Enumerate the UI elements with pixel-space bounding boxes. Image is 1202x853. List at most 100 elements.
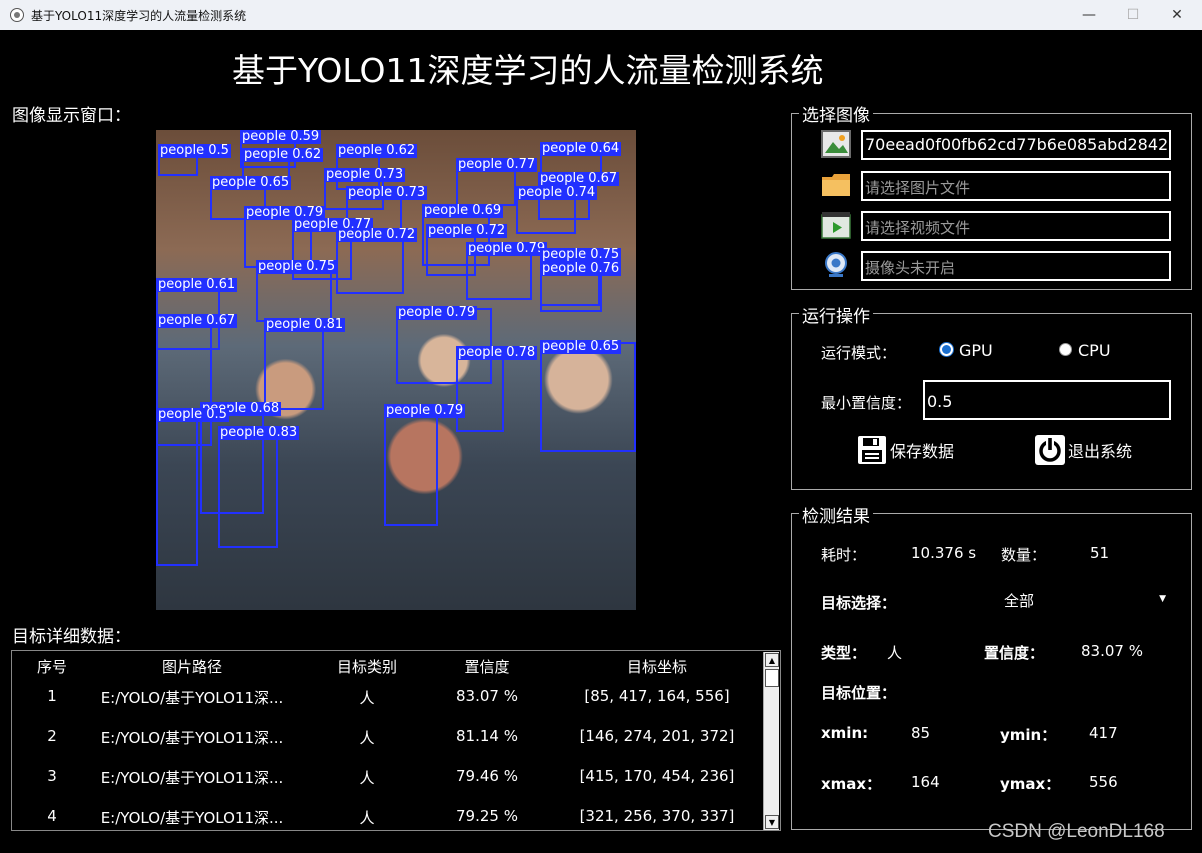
details-table: 序号 图片路径 目标类别 置信度 目标坐标 1 E:/YOLO/基于YOLO11…	[11, 650, 781, 831]
detection-label: people 0.5	[158, 143, 231, 158]
image-panel-label: 图像显示窗口：	[12, 106, 131, 126]
count-value: 51	[1090, 544, 1110, 562]
table-row[interactable]: 3 E:/YOLO/基于YOLO11深... 人 79.46 % [415, 1…	[12, 767, 762, 807]
table-row[interactable]: 2 E:/YOLO/基于YOLO11深... 人 81.14 % [146, 2…	[12, 727, 762, 767]
camera-status-field[interactable]: 摄像头未开启	[861, 251, 1171, 281]
run-mode-label: 运行模式：	[821, 344, 897, 362]
row-path: E:/YOLO/基于YOLO11深...	[100, 729, 284, 747]
detection-box	[384, 406, 438, 526]
image-folder-field[interactable]: 请选择图片文件	[861, 171, 1171, 201]
gpu-label[interactable]: GPU	[959, 341, 993, 360]
minimize-button[interactable]: —	[1066, 0, 1112, 30]
detection-label: people 0.67	[538, 171, 620, 186]
detection-label: people 0.64	[540, 141, 622, 156]
save-data-label: 保存数据	[890, 442, 955, 461]
select-image-title: 选择图像	[799, 101, 873, 126]
min-conf-input[interactable]: 0.5	[923, 380, 1171, 420]
details-label: 目标详细数据：	[12, 627, 131, 647]
save-data-button[interactable]: 保存数据	[857, 435, 954, 465]
detection-label: people 0.81	[264, 317, 346, 332]
table-header: 序号 图片路径 目标类别 置信度 目标坐标	[12, 651, 762, 679]
row-index: 1	[47, 687, 57, 705]
ymin-label: ymin：	[1000, 726, 1057, 744]
video-file-icon[interactable]	[821, 211, 851, 239]
save-icon	[858, 436, 886, 464]
scroll-down-icon[interactable]: ▼	[765, 815, 779, 829]
row-class: 人	[359, 689, 375, 707]
detection-box	[540, 342, 636, 452]
row-class: 人	[359, 769, 375, 787]
detection-label: people 0.61	[156, 277, 238, 292]
camera-icon[interactable]	[821, 251, 851, 279]
results-title: 检测结果	[799, 502, 873, 527]
column-header-path: 图片路径	[161, 658, 222, 676]
detection-label: people 0.77	[456, 157, 538, 172]
detection-label: people 0.72	[336, 227, 418, 242]
exit-system-label: 退出系统	[1068, 442, 1133, 461]
table-row[interactable]: 1 E:/YOLO/基于YOLO11深... 人 83.07 % [85, 41…	[12, 687, 762, 727]
detection-label: people 0.76	[540, 261, 622, 276]
detection-label: people 0.73	[324, 167, 406, 182]
app-title: 基于YOLO11深度学习的人流量检测系统	[232, 51, 824, 90]
row-coordinates: [415, 170, 454, 236]	[579, 767, 735, 785]
detection-label: people 0.62	[336, 143, 418, 158]
image-path-field[interactable]: 70eead0f00fb62cd77b6e085abd2842.jpg	[861, 130, 1171, 160]
detection-box	[156, 410, 198, 566]
min-conf-label: 最小置信度：	[821, 394, 912, 412]
scroll-up-icon[interactable]: ▲	[765, 653, 779, 667]
xmax-value: 164	[911, 773, 940, 791]
detection-label: people 0.65	[210, 175, 292, 190]
maximize-button[interactable]: ☐	[1110, 0, 1156, 30]
cpu-label[interactable]: CPU	[1078, 341, 1111, 360]
detection-label: people 0.74	[516, 185, 598, 200]
csdn-watermark: CSDN @LeonDL168	[988, 821, 1165, 842]
target-select-value: 全部	[1004, 592, 1035, 610]
count-label: 数量：	[1001, 546, 1047, 564]
power-icon	[1035, 435, 1065, 465]
xmin-value: 85	[911, 724, 931, 742]
target-select-dropdown[interactable]: 全部 ▼	[960, 586, 1172, 614]
cpu-radio[interactable]	[1059, 343, 1072, 356]
detection-label: people 0.72	[426, 223, 508, 238]
detection-label: people 0.75	[540, 247, 622, 262]
run-ops-title: 运行操作	[799, 302, 873, 327]
app-icon	[10, 8, 24, 22]
row-class: 人	[359, 729, 375, 747]
confidence-value: 83.07 %	[1081, 642, 1143, 660]
exit-system-button[interactable]: 退出系统	[1035, 435, 1132, 465]
video-file-field[interactable]: 请选择视频文件	[861, 211, 1171, 241]
ymax-value: 556	[1089, 773, 1118, 791]
ymin-value: 417	[1089, 724, 1118, 742]
gpu-radio[interactable]	[940, 343, 953, 356]
image-file-icon[interactable]	[821, 130, 851, 158]
detection-label: people 0.79	[384, 403, 466, 418]
row-class: 人	[359, 809, 375, 827]
type-label: 类型：	[821, 644, 867, 662]
row-path: E:/YOLO/基于YOLO11深...	[100, 809, 284, 827]
type-value: 人	[887, 644, 903, 662]
detection-label: people 0.62	[242, 147, 324, 162]
target-select-label: 目标选择：	[821, 594, 897, 612]
detection-label: people 0.5	[156, 407, 229, 422]
column-header-coordinates: 目标坐标	[626, 658, 687, 676]
detection-image: people 0.59 people 0.5 people 0.62 people 0…	[156, 130, 636, 610]
position-label: 目标位置：	[821, 684, 897, 702]
window-title: 基于YOLO11深度学习的人流量检测系统	[31, 9, 247, 23]
detection-label: people 0.83	[218, 425, 300, 440]
detection-label: people 0.67	[156, 313, 238, 328]
table-row[interactable]: 4 E:/YOLO/基于YOLO11深... 人 79.25 % [321, 2…	[12, 807, 762, 847]
detection-box	[456, 348, 504, 432]
detection-label: people 0.65	[540, 339, 622, 354]
row-path: E:/YOLO/基于YOLO11深...	[100, 769, 284, 787]
folder-icon[interactable]	[821, 171, 851, 199]
row-coordinates: [85, 417, 164, 556]	[584, 687, 730, 705]
detection-box	[218, 428, 278, 548]
detection-box	[264, 320, 324, 410]
detection-label: people 0.69	[422, 203, 504, 218]
scroll-thumb[interactable]	[765, 669, 779, 687]
time-label: 耗时：	[821, 546, 867, 564]
row-index: 4	[47, 807, 57, 825]
table-scrollbar[interactable]: ▲ ▼	[763, 652, 779, 830]
close-button[interactable]: ✕	[1154, 0, 1200, 30]
row-path: E:/YOLO/基于YOLO11深...	[100, 689, 284, 707]
